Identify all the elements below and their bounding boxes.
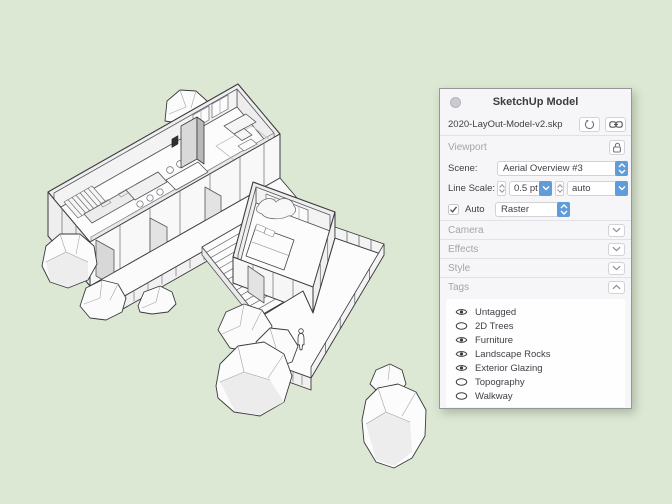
chevron-down-icon <box>618 186 625 191</box>
tag-label: Topography <box>475 376 525 388</box>
section-effects[interactable]: Effects <box>440 239 631 258</box>
line-scale-field[interactable]: 0.5 pt <box>509 180 552 196</box>
tag-label: Exterior Glazing <box>475 362 543 374</box>
panel-collapse-dot[interactable] <box>450 97 461 108</box>
up-down-chevrons-icon <box>618 162 625 174</box>
line-scale-label: Line Scale: <box>448 182 496 194</box>
camera-expand-button[interactable] <box>608 223 625 237</box>
eye-hidden-icon <box>455 322 467 330</box>
tag-row[interactable]: Landscape Rocks <box>454 347 625 361</box>
scene-label: Scene: <box>448 162 478 174</box>
chevron-down-icon <box>612 265 621 271</box>
section-effects-label: Effects <box>448 243 479 255</box>
scene-select-stepper[interactable] <box>615 160 628 176</box>
sketchup-model-panel: SketchUp Model 2020-LayOut-Model-v2.skp … <box>439 88 632 409</box>
line-scale-spinner[interactable] <box>497 180 506 196</box>
render-circle-icon <box>584 119 595 130</box>
panel-header: SketchUp Model <box>440 89 631 114</box>
scene-select[interactable]: Aerial Overview #3 <box>497 160 628 176</box>
dash-scale-spinner[interactable] <box>555 180 564 196</box>
dash-scale-dropdown[interactable] <box>615 180 628 196</box>
dash-scale-field[interactable]: auto <box>567 180 628 196</box>
panel-title: SketchUp Model <box>492 95 579 108</box>
chevron-up-icon <box>498 183 505 188</box>
auto-render-row: Auto Raster <box>440 198 631 220</box>
render-button[interactable] <box>579 117 600 132</box>
link-icon <box>608 121 623 128</box>
up-down-chevrons-icon <box>560 203 567 215</box>
rocks-bottom-right <box>361 363 427 469</box>
tag-row[interactable]: Walkway <box>454 389 625 403</box>
effects-expand-button[interactable] <box>608 242 625 256</box>
line-scale-row: Line Scale: 0.5 pt auto <box>440 178 631 198</box>
eye-hidden-icon <box>455 378 467 386</box>
tag-label: Furniture <box>475 334 514 346</box>
checkmark-icon <box>449 205 458 213</box>
link-model-button[interactable] <box>605 117 626 132</box>
tag-row[interactable]: Exterior Glazing <box>454 361 625 375</box>
tag-row[interactable]: Furniture <box>454 333 625 347</box>
tag-label: Untagged <box>475 306 517 318</box>
chevron-up-icon <box>612 284 621 290</box>
model-file-row: 2020-LayOut-Model-v2.skp <box>440 114 631 135</box>
tag-label: 2D Trees <box>475 320 514 332</box>
chevron-down-icon <box>498 188 505 193</box>
tag-row[interactable]: 2D Trees <box>454 319 625 333</box>
chevron-down-icon <box>556 188 563 193</box>
chevron-down-icon <box>542 186 549 191</box>
dash-scale-value: auto <box>572 182 591 194</box>
auto-checkbox[interactable] <box>448 203 459 215</box>
eye-visible-icon <box>455 309 467 315</box>
eye-visible-icon <box>455 365 467 371</box>
chevron-down-icon <box>612 227 621 233</box>
model-file-name: 2020-LayOut-Model-v2.skp <box>448 119 563 130</box>
scene-value: Aerial Overview #3 <box>503 162 583 174</box>
chevron-up-icon <box>556 183 563 188</box>
tags-list: Untagged 2D Trees Furniture Landscape Ro… <box>446 299 625 407</box>
viewport-section-label: Viewport <box>448 141 487 153</box>
section-tags-label: Tags <box>448 281 470 293</box>
render-mode-stepper[interactable] <box>557 201 570 217</box>
viewport-lock-button[interactable] <box>609 139 625 155</box>
render-mode-select[interactable]: Raster <box>495 201 570 217</box>
unlock-icon <box>613 142 621 153</box>
tag-row[interactable]: Topography <box>454 375 625 389</box>
viewport-section-row: Viewport <box>440 136 631 158</box>
auto-checkbox-label: Auto <box>465 203 485 215</box>
section-camera-label: Camera <box>448 224 484 236</box>
section-tags[interactable]: Tags <box>440 277 631 296</box>
eye-visible-icon <box>455 351 467 357</box>
line-scale-dropdown[interactable] <box>539 180 552 196</box>
style-expand-button[interactable] <box>608 261 625 275</box>
tag-row[interactable]: Untagged <box>454 305 625 319</box>
tag-label: Walkway <box>475 390 513 402</box>
section-style-label: Style <box>448 262 471 274</box>
tags-collapse-button[interactable] <box>608 280 625 294</box>
section-style[interactable]: Style <box>440 258 631 277</box>
eye-visible-icon <box>455 337 467 343</box>
scene-row: Scene: Aerial Overview #3 <box>440 158 631 178</box>
eye-hidden-icon <box>455 392 467 400</box>
tag-label: Landscape Rocks <box>475 348 551 360</box>
chevron-down-icon <box>612 246 621 252</box>
section-camera[interactable]: Camera <box>440 220 631 239</box>
